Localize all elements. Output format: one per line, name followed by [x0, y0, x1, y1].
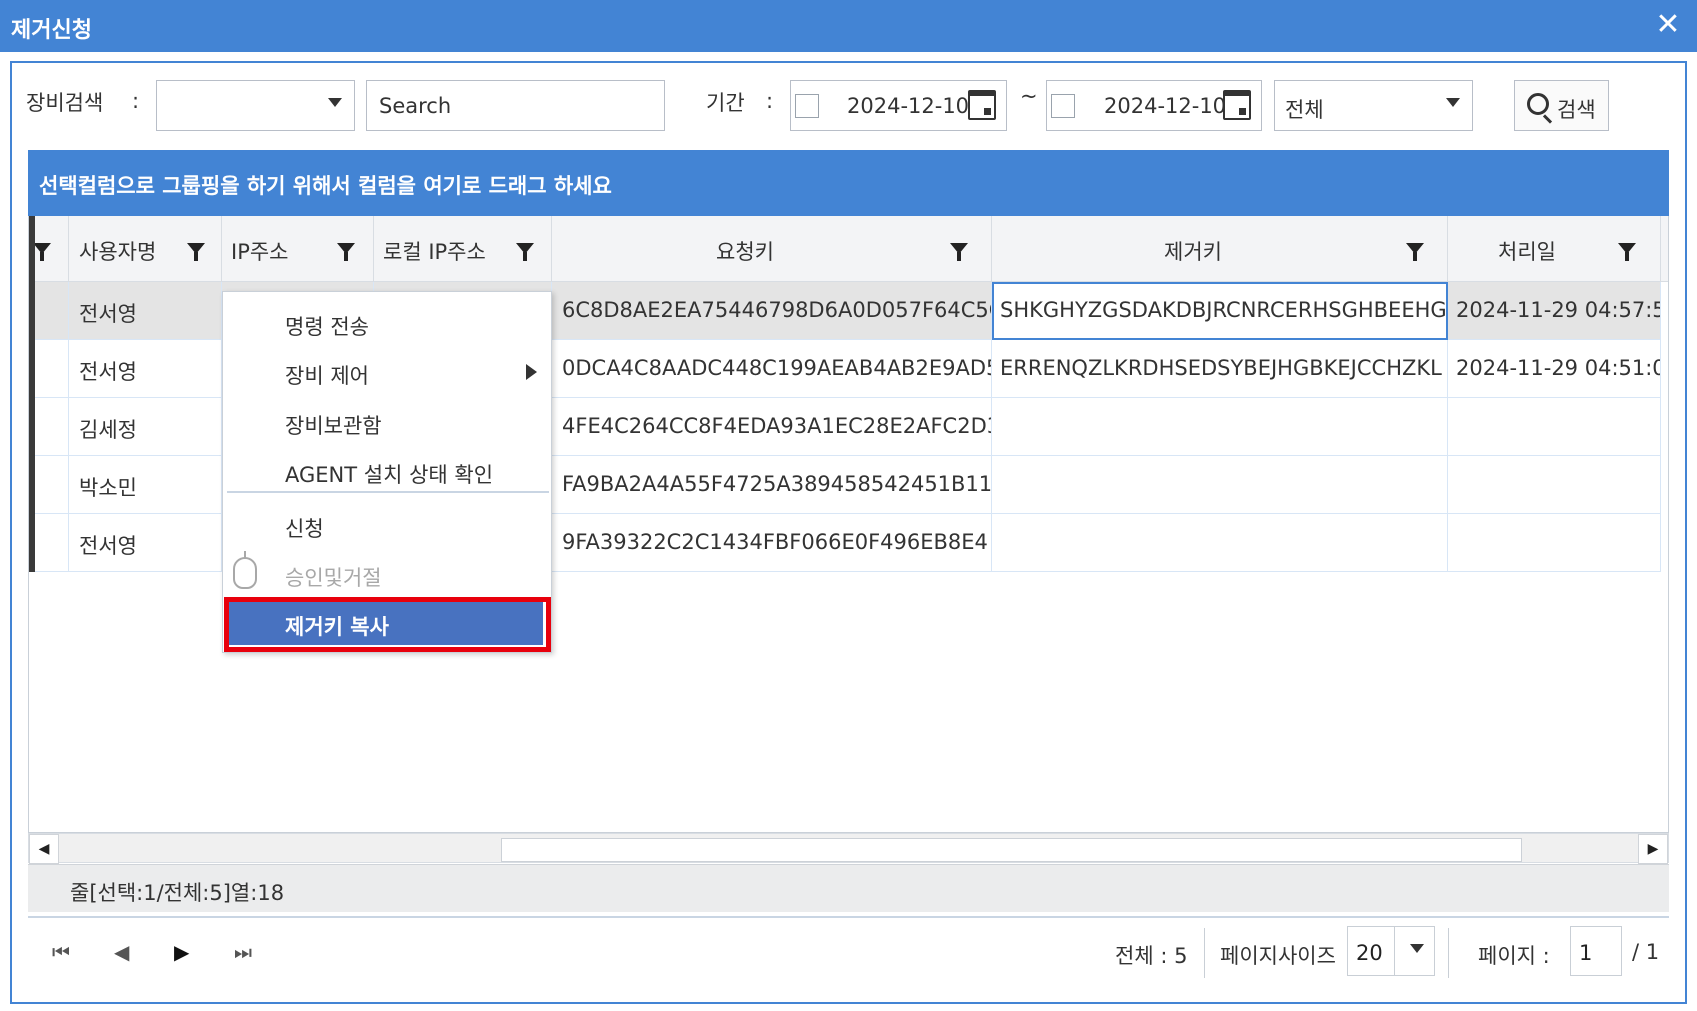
menu-item-equipment-control[interactable]: 장비 제어: [223, 349, 551, 395]
window-title: 제거신청: [11, 18, 92, 43]
search-button-label: 검색: [1557, 98, 1596, 122]
date-from-value: 2024-12-10: [847, 94, 970, 118]
page-value: 1: [1579, 941, 1593, 965]
page-input[interactable]: 1: [1570, 926, 1622, 976]
menu-item-approve-reject: 승인및거절: [223, 551, 551, 597]
search-icon: [1527, 93, 1549, 115]
column-header-user[interactable]: 사용자명: [69, 216, 222, 282]
period-label: 기간: [706, 91, 745, 115]
column-header-request-key[interactable]: 요청키: [552, 216, 992, 282]
column-header-remove-key[interactable]: 제거키: [992, 216, 1448, 282]
column-header-local-ip[interactable]: 로컬 IP주소: [374, 216, 552, 282]
scroll-left-icon[interactable]: ◀: [29, 834, 59, 864]
chevron-down-icon: [1446, 98, 1460, 107]
chevron-down-icon: [1410, 944, 1424, 953]
menu-separator: [227, 491, 549, 493]
scope-select[interactable]: 전체: [1274, 80, 1473, 131]
menu-item-agent-status[interactable]: AGENT 설치 상태 확인: [223, 448, 551, 494]
filter-icon[interactable]: [950, 243, 968, 261]
menu-item-equipment-storage[interactable]: 장비보관함: [223, 399, 551, 445]
search-button[interactable]: 검색: [1514, 80, 1609, 131]
pager: ⏮ ◀ ▶ ⏭ 전체 : 5 페이지사이즈 20 페이지 : 1 / 1: [28, 916, 1669, 984]
last-page-icon[interactable]: ⏭: [234, 940, 252, 964]
scope-select-value: 전체: [1285, 98, 1324, 122]
filter-icon[interactable]: [1406, 243, 1424, 261]
date-from-field[interactable]: 2024-12-10: [790, 80, 1007, 131]
chevron-down-icon: [328, 98, 342, 107]
scrollbar-thumb[interactable]: [501, 838, 1522, 862]
close-icon[interactable]: ✕: [1653, 8, 1683, 42]
equipment-search-label: 장비검색: [26, 91, 104, 115]
highlight-box: [224, 597, 551, 652]
group-by-drop-area[interactable]: 선택컬럼으로 그룹핑을 하기 위해서 컬럼을 여기로 드래그 하세요: [28, 150, 1669, 216]
status-bar: 줄[선택:1/전체:5]열:18: [28, 864, 1669, 912]
column-header-processed[interactable]: 처리일: [1448, 216, 1661, 282]
search-input[interactable]: Search: [366, 80, 665, 131]
calendar-icon[interactable]: [968, 90, 996, 120]
equipment-select[interactable]: [156, 80, 355, 131]
search-placeholder: Search: [379, 94, 452, 118]
page-label: 페이지 :: [1478, 944, 1550, 968]
mouse-icon: [233, 551, 257, 589]
row-indicator-header: [29, 216, 69, 282]
filter-icon[interactable]: [1618, 243, 1636, 261]
date-to-value: 2024-12-10: [1104, 94, 1227, 118]
total-count: 전체 : 5: [1115, 944, 1188, 968]
filter-icon[interactable]: [337, 243, 355, 261]
calendar-icon[interactable]: [1223, 90, 1251, 120]
date-to-checkbox[interactable]: [1051, 94, 1075, 118]
next-page-icon[interactable]: ▶: [174, 940, 189, 964]
page-size-select[interactable]: 20: [1347, 926, 1435, 976]
focused-cell[interactable]: SHKGHYZGSDAKDBJRCNRCERHSGHBEEHGL: [992, 282, 1448, 340]
filter-icon[interactable]: [33, 243, 51, 261]
date-range-separator: ~: [1020, 84, 1038, 108]
menu-item-apply[interactable]: 신청: [223, 502, 551, 548]
menu-item-send-command[interactable]: 명령 전송: [223, 300, 551, 346]
filter-icon[interactable]: [187, 243, 205, 261]
horizontal-scrollbar[interactable]: ◀ ▶: [28, 833, 1669, 864]
colon-separator: :: [132, 89, 140, 113]
page-total: / 1: [1632, 940, 1660, 964]
page-size-label: 페이지사이즈: [1220, 944, 1336, 968]
prev-page-icon[interactable]: ◀: [114, 940, 129, 964]
submenu-arrow-icon: [526, 364, 537, 380]
date-to-field[interactable]: 2024-12-10: [1046, 80, 1262, 131]
filter-icon[interactable]: [516, 243, 534, 261]
column-header-ip[interactable]: IP주소: [222, 216, 374, 282]
first-page-icon[interactable]: ⏮: [52, 940, 70, 964]
page-size-value: 20: [1356, 941, 1383, 965]
date-from-checkbox[interactable]: [795, 94, 819, 118]
scroll-right-icon[interactable]: ▶: [1638, 834, 1668, 864]
title-bar: 제거신청 ✕: [0, 0, 1697, 52]
colon-separator: :: [766, 89, 774, 113]
